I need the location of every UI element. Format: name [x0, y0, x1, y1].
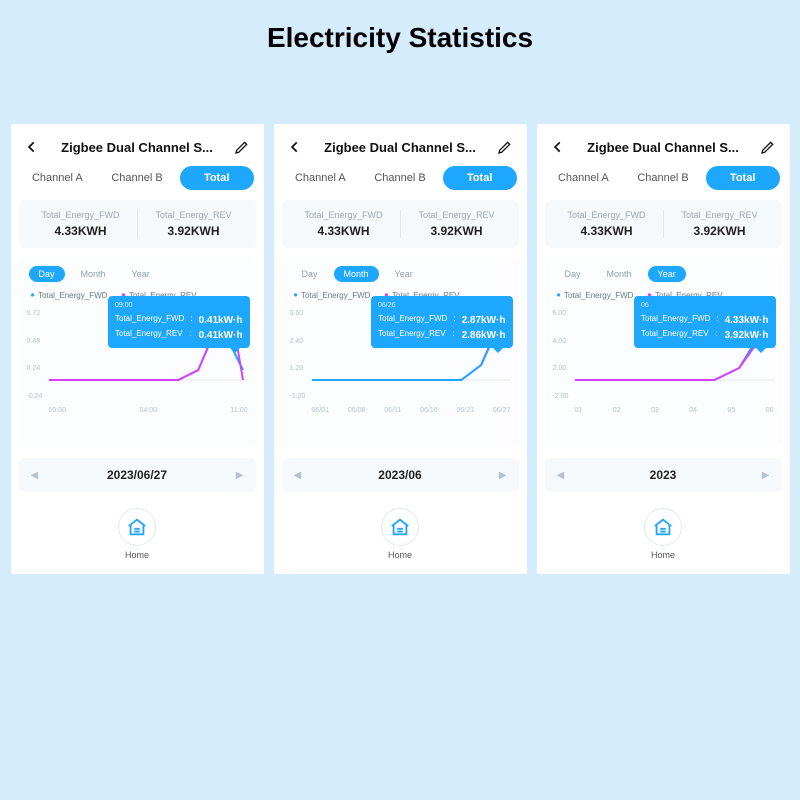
- home-nav: Home: [19, 508, 256, 560]
- home-nav: Home: [545, 508, 782, 560]
- range-month[interactable]: Month: [71, 266, 116, 282]
- y-axis: 6.00 4.00 2.00 -2.00: [553, 310, 569, 400]
- range-year[interactable]: Year: [648, 266, 686, 282]
- back-icon[interactable]: [286, 138, 304, 156]
- channel-tabs: Channel A Channel B Total: [19, 166, 256, 200]
- channel-tabs: Channel A Channel B Total: [545, 166, 782, 200]
- date-next-icon[interactable]: ▶: [236, 470, 244, 481]
- summary-stats: Total_Energy_FWD 4.33KWH Total_Energy_RE…: [282, 200, 519, 248]
- device-title: Zigbee Dual Channel S...: [61, 140, 213, 155]
- stat-fwd: Total_Energy_FWD 4.33KWH: [25, 210, 137, 238]
- tooltip-time: 09:00: [115, 301, 243, 312]
- stat-rev-value: 3.92KWH: [138, 224, 250, 238]
- range-selector: Day Month Year: [551, 266, 776, 282]
- range-selector: Day Month Year: [288, 266, 513, 282]
- phone-screen-year: Zigbee Dual Channel S... Channel A Chann…: [537, 124, 790, 574]
- home-label: Home: [125, 550, 149, 560]
- edit-icon[interactable]: [233, 138, 251, 156]
- topbar: Zigbee Dual Channel S...: [545, 134, 782, 166]
- channel-tabs: Channel A Channel B Total: [282, 166, 519, 200]
- tab-total[interactable]: Total: [180, 166, 254, 190]
- home-nav: Home: [282, 508, 519, 560]
- range-year[interactable]: Year: [385, 266, 423, 282]
- chart-card: Day Month Year Total_Energy_FWD Total_En…: [545, 258, 782, 448]
- x-axis: 06/01 06/06 06/11 06/16 06/21 06/27: [312, 407, 511, 414]
- date-navigator: ◀ 2023/06 ▶: [282, 458, 519, 492]
- summary-stats: Total_Energy_FWD 4.33KWH Total_Energy_RE…: [545, 200, 782, 248]
- tab-channel-a[interactable]: Channel A: [547, 166, 621, 190]
- x-axis: 01 02 03 04 05 06: [575, 407, 774, 414]
- date-navigator: ◀ 2023/06/27 ▶: [19, 458, 256, 492]
- screens-row: Zigbee Dual Channel S... Channel A Chann…: [0, 124, 800, 574]
- tab-channel-a[interactable]: Channel A: [284, 166, 358, 190]
- stat-rev: Total_Energy_REV 3.92KWH: [401, 210, 513, 238]
- phone-screen-month: Zigbee Dual Channel S... Channel A Chann…: [274, 124, 527, 574]
- device-title: Zigbee Dual Channel S...: [324, 140, 476, 155]
- range-selector: Day Month Year: [25, 266, 250, 282]
- tab-channel-b[interactable]: Channel B: [100, 166, 174, 190]
- chart-tooltip: 09:00 Total_Energy_FWD: 0.41kW·h Total_E…: [108, 296, 250, 348]
- range-day[interactable]: Day: [292, 266, 328, 282]
- current-date[interactable]: 2023/06/27: [107, 468, 167, 482]
- x-axis: 00:00 04:00 11:00: [49, 407, 248, 414]
- device-title: Zigbee Dual Channel S...: [587, 140, 739, 155]
- back-icon[interactable]: [23, 138, 41, 156]
- date-prev-icon[interactable]: ◀: [31, 470, 39, 481]
- legend-fwd: Total_Energy_FWD: [31, 288, 108, 302]
- range-month[interactable]: Month: [597, 266, 642, 282]
- home-icon[interactable]: [118, 508, 156, 546]
- stat-fwd: Total_Energy_FWD 4.33KWH: [551, 210, 663, 238]
- date-next-icon[interactable]: ▶: [499, 470, 507, 481]
- topbar: Zigbee Dual Channel S...: [19, 134, 256, 166]
- stat-rev-label: Total_Energy_REV: [138, 210, 250, 220]
- current-date[interactable]: 2023/06: [378, 468, 421, 482]
- date-navigator: ◀ 2023 ▶: [545, 458, 782, 492]
- page-title: Electricity Statistics: [0, 0, 800, 124]
- tab-channel-b[interactable]: Channel B: [363, 166, 437, 190]
- stat-rev: Total_Energy_REV 3.92KWH: [664, 210, 776, 238]
- tab-channel-a[interactable]: Channel A: [21, 166, 95, 190]
- chart-tooltip: 06 Total_Energy_FWD: 4.33kW·h Total_Ener…: [634, 296, 776, 348]
- topbar: Zigbee Dual Channel S...: [282, 134, 519, 166]
- stat-fwd-value: 4.33KWH: [25, 224, 137, 238]
- range-day[interactable]: Day: [555, 266, 591, 282]
- range-day[interactable]: Day: [29, 266, 65, 282]
- y-axis: 0.72 0.48 0.24 -0.24: [27, 310, 43, 400]
- tab-total[interactable]: Total: [443, 166, 517, 190]
- summary-stats: Total_Energy_FWD 4.33KWH Total_Energy_RE…: [19, 200, 256, 248]
- tab-total[interactable]: Total: [706, 166, 780, 190]
- phone-screen-day: Zigbee Dual Channel S... Channel A Chann…: [11, 124, 264, 574]
- y-axis: 3.60 2.40 1.20 -1.20: [290, 310, 306, 400]
- chart-card: Day Month Year Total_Energy_FWD Total_En…: [19, 258, 256, 448]
- range-year[interactable]: Year: [122, 266, 160, 282]
- home-icon[interactable]: [644, 508, 682, 546]
- current-date[interactable]: 2023: [650, 468, 677, 482]
- range-month[interactable]: Month: [334, 266, 379, 282]
- stat-fwd: Total_Energy_FWD 4.33KWH: [288, 210, 400, 238]
- date-prev-icon[interactable]: ◀: [294, 470, 302, 481]
- stat-rev: Total_Energy_REV 3.92KWH: [138, 210, 250, 238]
- back-icon[interactable]: [549, 138, 567, 156]
- tab-channel-b[interactable]: Channel B: [626, 166, 700, 190]
- date-prev-icon[interactable]: ◀: [557, 470, 565, 481]
- chart-tooltip: 06/26 Total_Energy_FWD: 2.87kW·h Total_E…: [371, 296, 513, 348]
- date-next-icon[interactable]: ▶: [762, 470, 770, 481]
- edit-icon[interactable]: [496, 138, 514, 156]
- edit-icon[interactable]: [759, 138, 777, 156]
- stat-fwd-label: Total_Energy_FWD: [25, 210, 137, 220]
- chart-card: Day Month Year Total_Energy_FWD Total_En…: [282, 258, 519, 448]
- home-icon[interactable]: [381, 508, 419, 546]
